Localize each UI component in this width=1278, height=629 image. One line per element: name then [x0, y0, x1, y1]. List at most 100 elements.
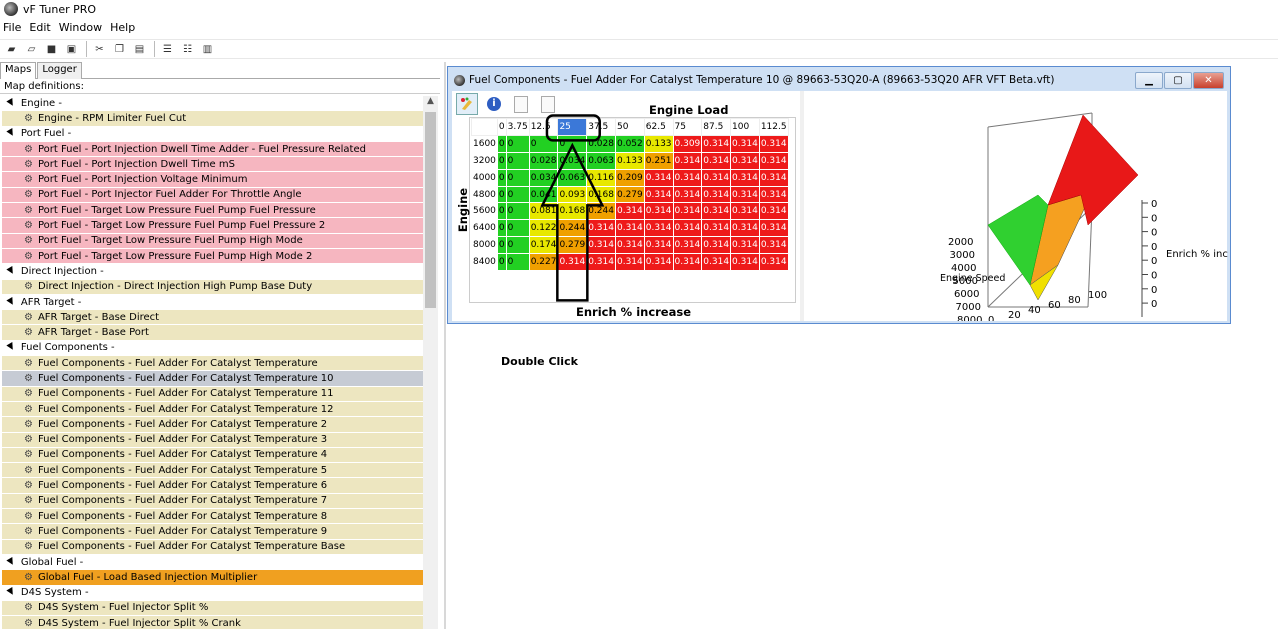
tree-label: Fuel Components - Fuel Adder For Catalys… — [37, 480, 328, 492]
tree-item[interactable]: ⚙ D4S System - Fuel Injector Split % Cran… — [2, 616, 424, 629]
speed-tick-label: 7000 — [956, 302, 981, 313]
map-gear-icon: ⚙ — [24, 464, 33, 476]
tree-label: Fuel Components - Fuel Adder For Catalys… — [37, 373, 334, 384]
open-folder-icon[interactable]: ▰ — [4, 42, 19, 57]
tree-item[interactable]: ⚙ AFR Target - Base Direct — [2, 310, 424, 326]
tree-item[interactable]: ⚙ Port Fuel - Port Injector Fuel Adder Fo… — [2, 187, 424, 204]
z-tick-label: 0 — [1151, 256, 1157, 267]
tree-item[interactable]: ⚙ Fuel Components - Fuel Adder For Cataly… — [2, 524, 424, 540]
tree-category[interactable]: ▼ Engine - — [2, 96, 424, 112]
tree-item[interactable]: ⚙ Port Fuel - Port Injection Dwell Time A… — [2, 141, 424, 158]
tree-item[interactable]: ⚙ Port Fuel - Target Low Pressure Fuel Pu… — [2, 248, 424, 265]
map-gear-icon: ⚙ — [24, 403, 33, 415]
tree-item[interactable]: ⚙ Port Fuel - Port Injection Voltage Mini… — [2, 172, 424, 188]
title-bar: vF Tuner PRO — [0, 0, 1278, 18]
cascade-icon[interactable]: ☰ — [160, 42, 175, 57]
tree-item[interactable]: ⚙ Fuel Components - Fuel Adder For Cataly… — [2, 539, 424, 555]
scroll-up-icon[interactable]: ▲ — [423, 96, 438, 110]
open-icon[interactable]: ▱ — [24, 42, 39, 57]
tree-label: Port Fuel - Port Injection Dwell Time Ad… — [37, 143, 366, 155]
toolbar-separator — [154, 41, 155, 57]
z-tick-label: 0 — [1151, 271, 1157, 282]
map-gear-icon: ⚙ — [24, 220, 33, 232]
copy-icon[interactable]: ❐ — [112, 42, 127, 57]
tree-label: Fuel Components - Fuel Adder For Catalys… — [37, 464, 328, 476]
window-body: i Engine Load Engine Speed 03.7512.52537… — [452, 91, 1228, 321]
tree-item[interactable]: ⚙ Fuel Components - Fuel Adder For Cataly… — [2, 386, 424, 402]
panel-splitter[interactable] — [444, 62, 446, 629]
tree-category[interactable]: ▼ Fuel Components - — [2, 340, 424, 357]
tree-label: Fuel Components - Fuel Adder For Catalys… — [37, 357, 318, 369]
menu-edit[interactable]: Edit — [26, 21, 53, 37]
tree-item[interactable]: ⚙ Fuel Components - Fuel Adder For Cataly… — [2, 371, 424, 387]
map-gear-icon: ⚙ — [24, 495, 33, 507]
tree-label: D4S System - — [20, 587, 89, 599]
tree-item[interactable]: ⚙ Fuel Components - Fuel Adder For Cataly… — [2, 478, 424, 494]
tree-category[interactable]: ▼ Port Fuel - — [2, 126, 424, 142]
tile-vertical-icon[interactable]: ▥ — [200, 42, 215, 57]
save-as-icon[interactable]: ▣ — [64, 42, 79, 57]
tree-item[interactable]: ⚙ Port Fuel - Target Low Pressure Fuel Pu… — [2, 218, 424, 234]
tree-item[interactable]: ⚙ Port Fuel - Port Injection Dwell Time m… — [2, 157, 424, 173]
tree-label: AFR Target - Base Port — [37, 327, 149, 339]
tree-label: Port Fuel - Port Injection Voltage Minim… — [37, 174, 248, 186]
tree-item[interactable]: ⚙ Engine - RPM Limiter Fuel Cut — [2, 111, 424, 127]
tree-label: Port Fuel - — [20, 128, 72, 140]
map-gear-icon: ⚙ — [24, 327, 33, 339]
menu-window[interactable]: Window — [56, 21, 105, 37]
map-gear-icon: ⚙ — [24, 388, 33, 400]
close-button[interactable]: ✕ — [1193, 72, 1224, 89]
tile-horizontal-icon[interactable]: ☷ — [180, 42, 195, 57]
menu-file[interactable]: File — [0, 21, 24, 37]
tree-category[interactable]: ▼ AFR Target - — [2, 294, 424, 311]
scroll-thumb[interactable] — [425, 112, 436, 308]
maps-panel: Maps Logger Map definitions: ▼ Engine - ⚙ E… — [0, 62, 440, 629]
category-caret-icon: ▼ — [5, 264, 17, 278]
tree-item[interactable]: ⚙ Fuel Components - Fuel Adder For Cataly… — [2, 447, 424, 464]
z-tick-label: 0 — [1151, 199, 1157, 210]
minimize-button[interactable]: ▁ — [1135, 72, 1163, 89]
tree-item[interactable]: ⚙ Fuel Components - Fuel Adder For Cataly… — [2, 432, 424, 448]
tab-logger[interactable]: Logger — [37, 62, 82, 79]
tree-label: Port Fuel - Port Injector Fuel Adder For… — [37, 189, 302, 201]
tree-item[interactable]: ⚙ Fuel Components - Fuel Adder For Cataly… — [2, 401, 424, 418]
tree-label: Direct Injection - Direct Injection High… — [37, 281, 313, 293]
tree-item[interactable]: ⚙ Fuel Components - Fuel Adder For Cataly… — [2, 509, 424, 525]
toolbar-separator — [86, 41, 87, 57]
tree-item[interactable]: ⚙ Fuel Components - Fuel Adder For Cataly… — [2, 463, 424, 479]
tree-label: Engine - RPM Limiter Fuel Cut — [37, 112, 187, 124]
tree-item[interactable]: ⚙ Fuel Components - Fuel Adder For Cataly… — [2, 356, 424, 372]
tree-item[interactable]: ⚙ Port Fuel - Target Low Pressure Fuel Pu… — [2, 203, 424, 219]
map-gear-icon: ⚙ — [24, 189, 33, 201]
tree-category[interactable]: ▼ Global Fuel - — [2, 554, 424, 571]
view-divider[interactable] — [800, 91, 804, 321]
tree-label: Port Fuel - Target Low Pressure Fuel Pum… — [37, 204, 316, 216]
tree-item[interactable]: ⚙ Global Fuel - Load Based Injection Mult… — [2, 570, 424, 586]
tree-item[interactable]: ⚙ Fuel Components - Fuel Adder For Cataly… — [2, 493, 424, 510]
cut-icon[interactable]: ✂ — [92, 42, 107, 57]
category-caret-icon: ▼ — [5, 127, 17, 140]
tree-category[interactable]: ▼ D4S System - — [2, 585, 424, 601]
app-title: vF Tuner PRO — [23, 2, 97, 16]
save-icon[interactable]: ■ — [44, 42, 59, 57]
paste-icon[interactable]: ▤ — [132, 42, 147, 57]
tree-label: Fuel Components - Fuel Adder For Catalys… — [37, 403, 334, 415]
tree-item[interactable]: ⚙ Port Fuel - Target Low Pressure Fuel Pu… — [2, 233, 424, 249]
tree-item[interactable]: ⚙ AFR Target - Base Port — [2, 325, 424, 341]
map-gear-icon: ⚙ — [24, 158, 33, 170]
tree-label: Fuel Components - Fuel Adder For Catalys… — [37, 434, 328, 446]
surface-plot[interactable]: 00000000Enrich % increase200030004000500… — [898, 95, 1228, 321]
z-axis-label: Enrich % increase — [1166, 249, 1228, 260]
tree-item[interactable]: ⚙ Direct Injection - Direct Injection Hig… — [2, 279, 424, 295]
app-logo-icon — [4, 2, 18, 16]
tree-item[interactable]: ⚙ Fuel Components - Fuel Adder For Cataly… — [2, 417, 424, 433]
menu-help[interactable]: Help — [107, 21, 138, 37]
tree-item[interactable]: ⚙ D4S System - Fuel Injector Split % — [2, 600, 424, 617]
map-gear-icon: ⚙ — [24, 571, 33, 583]
maximize-button[interactable]: ▢ — [1164, 72, 1192, 89]
tree-category[interactable]: ▼ Direct Injection - — [2, 264, 424, 280]
double-click-caption: Double Click — [501, 355, 578, 368]
tab-maps[interactable]: Maps — [0, 62, 37, 79]
map-gear-icon: ⚙ — [24, 174, 33, 186]
tree-scrollbar[interactable]: ▲ — [423, 96, 438, 629]
